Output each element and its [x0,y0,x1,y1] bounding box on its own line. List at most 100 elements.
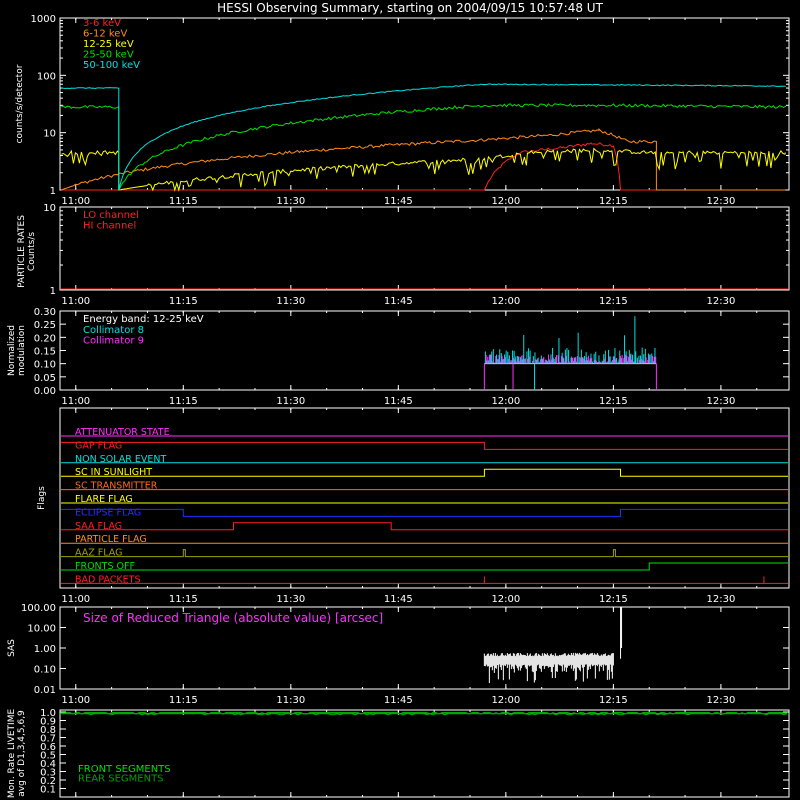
flag-line [61,522,788,531]
x-tick-label: 12:00 [491,296,520,307]
x-tick-label: 11:45 [384,396,413,407]
flag-label: SC TRANSMITTER [75,481,158,492]
y-tick-label: 0.30 [34,307,56,318]
y-tick-label: 0.01 [34,685,56,696]
x-tick-label: 12:15 [599,594,628,605]
x-tick-label: 12:15 [599,196,628,207]
x-tick-label: 12:00 [491,396,520,407]
series-line [61,83,786,191]
plot-title: HESSI Observing Summary, starting on 200… [217,1,603,15]
x-tick-label: 12:00 [491,196,520,207]
y-tick-label: 1.0 [40,708,56,719]
series-line [61,147,786,192]
y-tick-label: 0.10 [34,360,56,371]
legend-entry: HI channel [83,221,136,232]
x-tick-label: 11:15 [169,594,198,605]
particle-rates-frame [59,206,790,291]
x-tick-label: 11:00 [61,594,90,605]
x-tick-label: 12:15 [599,396,628,407]
x-tick-label: 11:30 [276,594,305,605]
flag-line [61,562,788,571]
y-tick-label: 0.20 [34,333,56,344]
x-tick-label: 11:15 [169,695,198,706]
y-tick-label: 1000 [31,14,56,25]
flag-label: FLARE FLAG [75,494,133,505]
flag-label: ATTENUATOR STATE [75,427,170,438]
y-tick-label: 100.00 [21,603,56,614]
y-axis-label: PARTICLE RATES [17,215,27,288]
y-tick-label: 1 [50,186,56,197]
x-tick-label: 11:45 [384,296,413,307]
x-tick-label: 12:00 [491,594,520,605]
flag-label: FRONTS OFF [75,561,135,572]
y-tick-label: 0.05 [34,373,56,384]
x-tick-label: 12:30 [706,695,735,706]
x-tick-label: 11:30 [276,695,305,706]
y-axis-label: Counts/s [27,232,37,271]
x-tick-label: 12:30 [706,296,735,307]
y-tick-label: 1 [50,286,56,297]
x-tick-label: 11:30 [276,396,305,407]
x-tick-label: 11:30 [276,296,305,307]
y-tick-label: 0.15 [34,347,56,358]
flag-line [61,468,788,477]
hessi-summary-plot: HESSI Observing Summary, starting on 200… [7,1,790,799]
x-tick-label: 11:00 [61,296,90,307]
flag-label: GAP FLAG [75,440,122,451]
x-tick-label: 11:15 [169,396,198,407]
legend-entry: 3-6 keV [83,18,121,29]
y-axis-label: Mon. Rate LIVETIME [7,709,17,799]
series-line [61,103,786,191]
sas-annotation: Size of Reduced Triangle (absolute value… [83,611,383,625]
x-tick-label: 12:15 [599,695,628,706]
flag-label: PARTICLE FLAG [75,534,147,545]
legend-entry: 6-12 keV [83,29,127,40]
y-tick-label: 1.00 [34,644,56,655]
count-rates-frame [59,17,790,191]
y-tick-label: 100 [37,71,56,82]
legend-entry: Collimator 8 [83,325,144,336]
flag-label: SC IN SUNLIGHT [75,467,152,478]
y-axis-label: counts/s/detector [15,64,25,143]
y-tick-label: 0.00 [34,386,56,397]
y-axis-label: avg of D1,3,4,5,6,9 [17,710,27,797]
x-tick-label: 11:15 [169,296,198,307]
y-axis-label: Normalized [7,325,17,376]
flag-label: NON SOLAR EVENT [75,454,166,465]
x-tick-label: 11:45 [384,196,413,207]
flag-label: SAA FLAG [75,521,122,532]
x-tick-label: 11:00 [61,396,90,407]
x-tick-label: 12:00 [491,695,520,706]
legend-entry: REAR SEGMENTS [78,774,164,785]
energy-band-label: Energy band: 12-25 keV [83,314,204,325]
x-tick-label: 11:00 [61,695,90,706]
x-tick-label: 11:45 [384,695,413,706]
x-tick-label: 12:30 [706,594,735,605]
flag-line [61,441,788,450]
x-tick-label: 12:30 [706,396,735,407]
flag-line [61,508,788,517]
legend-entry: 50-100 keV [83,60,140,71]
x-tick-label: 11:00 [61,196,90,207]
x-tick-label: 12:30 [706,196,735,207]
y-tick-label: 10 [43,203,56,214]
legend-entry: LO channel [83,210,139,221]
y-tick-label: 10.00 [27,624,56,635]
y-axis-label: Flags [37,486,47,510]
flag-label: ECLIPSE FLAG [75,507,141,518]
y-tick-label: 0.25 [34,320,56,331]
y-axis-label: modulation [17,325,27,376]
livetime-frame [59,709,790,798]
y-tick-label: 10 [43,129,56,140]
flag-line [61,549,788,558]
x-tick-label: 11:15 [169,196,198,207]
y-tick-label: 0.10 [34,665,56,676]
livetime-line [61,713,788,716]
x-tick-label: 11:45 [384,594,413,605]
series-line [61,128,786,191]
y-axis-label: SAS [7,639,17,657]
legend-entry: 25-50 keV [83,50,134,61]
x-tick-label: 12:15 [599,296,628,307]
flag-label: BAD PACKETS [75,574,141,585]
flag-label: AAZ FLAG [75,548,122,559]
